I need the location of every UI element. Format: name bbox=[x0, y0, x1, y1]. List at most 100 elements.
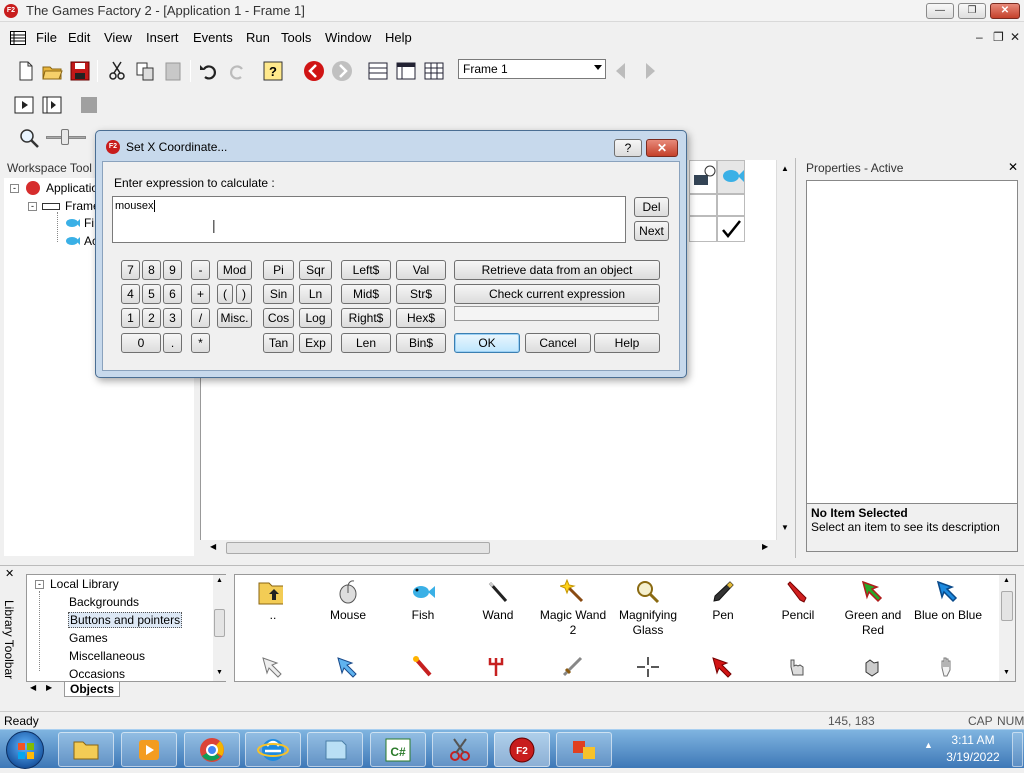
tray-date[interactable]: 3/19/2022 bbox=[940, 750, 1006, 764]
undo-icon[interactable] bbox=[198, 60, 220, 82]
scroll-left-icon[interactable]: ◀ bbox=[210, 542, 216, 551]
scroll-down-icon[interactable]: ▼ bbox=[1003, 669, 1010, 676]
keypad-8-button[interactable]: 8 bbox=[142, 260, 161, 280]
tree-collapse-icon[interactable]: - bbox=[10, 184, 19, 193]
menu-view[interactable]: View bbox=[104, 30, 132, 45]
mdi-restore-button[interactable]: ❐ bbox=[993, 30, 1004, 44]
func-hex-button[interactable]: Hex$ bbox=[396, 308, 446, 328]
func-str-button[interactable]: Str$ bbox=[396, 284, 446, 304]
stop-icon[interactable] bbox=[78, 94, 100, 116]
taskbar-notepad[interactable] bbox=[307, 732, 363, 767]
event-grid-icon[interactable] bbox=[423, 60, 445, 82]
keypad-2-button[interactable]: 2 bbox=[142, 308, 161, 328]
library-item-magic-wand-2[interactable]: Magic Wand 2 bbox=[535, 578, 611, 643]
func-sin-button[interactable]: Sin bbox=[263, 284, 294, 304]
menu-run[interactable]: Run bbox=[246, 30, 270, 45]
tray-chevron-up-icon[interactable]: ▲ bbox=[924, 740, 933, 750]
taskbar-snipping-tool[interactable] bbox=[432, 732, 488, 767]
func-cos-button[interactable]: Cos bbox=[263, 308, 294, 328]
help-button[interactable]: Help bbox=[594, 333, 660, 353]
redo-icon[interactable] bbox=[226, 60, 248, 82]
keypad-6-button[interactable]: 6 bbox=[163, 284, 182, 304]
copy-icon[interactable] bbox=[134, 60, 156, 82]
storyboard-icon[interactable] bbox=[367, 60, 389, 82]
ok-button[interactable]: OK bbox=[454, 333, 520, 353]
library-tree-occasions[interactable]: Occasions bbox=[69, 667, 125, 681]
menu-help[interactable]: Help bbox=[385, 30, 412, 45]
library-item-mouse[interactable]: Mouse bbox=[310, 579, 386, 643]
keypad-0-button[interactable]: 0 bbox=[121, 333, 161, 353]
paste-icon[interactable] bbox=[162, 60, 184, 82]
func-log-button[interactable]: Log bbox=[299, 308, 332, 328]
library-tree-buttons-pointers[interactable]: Buttons and pointers bbox=[68, 612, 183, 628]
tray-time[interactable]: 3:11 AM bbox=[950, 733, 996, 747]
torch-icon[interactable] bbox=[410, 655, 436, 682]
run-back-icon[interactable] bbox=[303, 60, 325, 82]
library-tree-games[interactable]: Games bbox=[69, 631, 108, 645]
keypad-close-paren-button[interactable]: ) bbox=[236, 284, 252, 304]
library-item-wand[interactable]: Wand bbox=[460, 579, 536, 643]
event-cell[interactable] bbox=[689, 194, 717, 216]
new-file-icon[interactable] bbox=[15, 60, 37, 82]
library-item-pen[interactable]: Pen bbox=[685, 579, 761, 643]
properties-close-icon[interactable]: ✕ bbox=[1008, 160, 1018, 174]
event-cell[interactable] bbox=[717, 194, 745, 216]
editor-vertical-scrollbar[interactable]: ▲ ▼ bbox=[776, 160, 792, 540]
check-expression-button[interactable]: Check current expression bbox=[454, 284, 660, 304]
cut-icon[interactable] bbox=[106, 60, 128, 82]
tree-collapse-icon[interactable]: - bbox=[28, 202, 37, 211]
taskbar-media-player[interactable] bbox=[121, 732, 177, 767]
keypad-1-button[interactable]: 1 bbox=[121, 308, 140, 328]
dialog-close-button[interactable]: ✕ bbox=[646, 139, 678, 157]
zoom-slider-handle[interactable] bbox=[61, 129, 69, 145]
mdi-minimize-button[interactable]: – bbox=[976, 30, 983, 44]
taskbar-app[interactable] bbox=[556, 732, 612, 767]
library-item-up[interactable]: .. bbox=[235, 579, 311, 643]
hand-pointer-icon[interactable] bbox=[785, 655, 811, 682]
func-sqr-button[interactable]: Sqr bbox=[299, 260, 332, 280]
func-right-button[interactable]: Right$ bbox=[341, 308, 391, 328]
func-bin-button[interactable]: Bin$ bbox=[396, 333, 446, 353]
event-cell-checked[interactable] bbox=[717, 216, 745, 242]
cancel-button[interactable]: Cancel bbox=[525, 333, 591, 353]
library-item-green-and-red[interactable]: Green and Red bbox=[835, 579, 911, 643]
expression-input[interactable]: mousex bbox=[112, 196, 626, 243]
menu-edit[interactable]: Edit bbox=[68, 30, 90, 45]
open-hand-icon[interactable] bbox=[935, 655, 961, 682]
tab-objects[interactable]: Objects bbox=[64, 682, 121, 697]
menu-file[interactable]: File bbox=[36, 30, 57, 45]
menu-events[interactable]: Events bbox=[193, 30, 233, 45]
help-context-icon[interactable]: ? bbox=[262, 60, 284, 82]
maximize-button[interactable]: ❐ bbox=[958, 3, 986, 19]
taskbar-chrome[interactable] bbox=[184, 732, 240, 767]
scroll-right-icon[interactable]: ▶ bbox=[762, 542, 768, 551]
keypad-plus-button[interactable]: + bbox=[191, 284, 210, 304]
editor-horizontal-scrollbar[interactable]: ◀ ▶ bbox=[200, 540, 792, 556]
keypad-multiply-button[interactable]: * bbox=[191, 333, 210, 353]
keypad-9-button[interactable]: 9 bbox=[163, 260, 182, 280]
library-item-blue-on-blue[interactable]: Blue on Blue bbox=[910, 579, 986, 643]
next-frame-icon[interactable] bbox=[643, 62, 657, 83]
retrieve-data-button[interactable]: Retrieve data from an object bbox=[454, 260, 660, 280]
scroll-thumb[interactable] bbox=[214, 609, 225, 637]
func-ln-button[interactable]: Ln bbox=[299, 284, 332, 304]
show-desktop-button[interactable] bbox=[1012, 732, 1023, 767]
keypad-minus-button[interactable]: - bbox=[191, 260, 210, 280]
blue-arrow-icon[interactable] bbox=[335, 655, 361, 682]
run-forward-icon[interactable] bbox=[331, 60, 353, 82]
keypad-dot-button[interactable]: . bbox=[163, 333, 182, 353]
frame-select[interactable]: Frame 1 bbox=[458, 59, 606, 79]
library-tree-scrollbar[interactable]: ▲ ▼ bbox=[213, 575, 226, 681]
keypad-7-button[interactable]: 7 bbox=[121, 260, 140, 280]
next-button[interactable]: Next bbox=[634, 221, 669, 241]
mdi-close-button[interactable]: ✕ bbox=[1010, 30, 1020, 44]
scroll-thumb[interactable] bbox=[1001, 591, 1013, 621]
save-icon[interactable] bbox=[69, 60, 91, 82]
zoom-icon[interactable] bbox=[18, 127, 40, 152]
library-item-magnifying-glass[interactable]: Magnifying Glass bbox=[610, 579, 686, 643]
mdi-grid-icon[interactable] bbox=[10, 31, 26, 48]
keypad-5-button[interactable]: 5 bbox=[142, 284, 161, 304]
red-arrow-icon[interactable] bbox=[710, 655, 736, 682]
scroll-up-icon[interactable]: ▲ bbox=[216, 577, 223, 584]
close-button[interactable]: ✕ bbox=[990, 3, 1020, 19]
